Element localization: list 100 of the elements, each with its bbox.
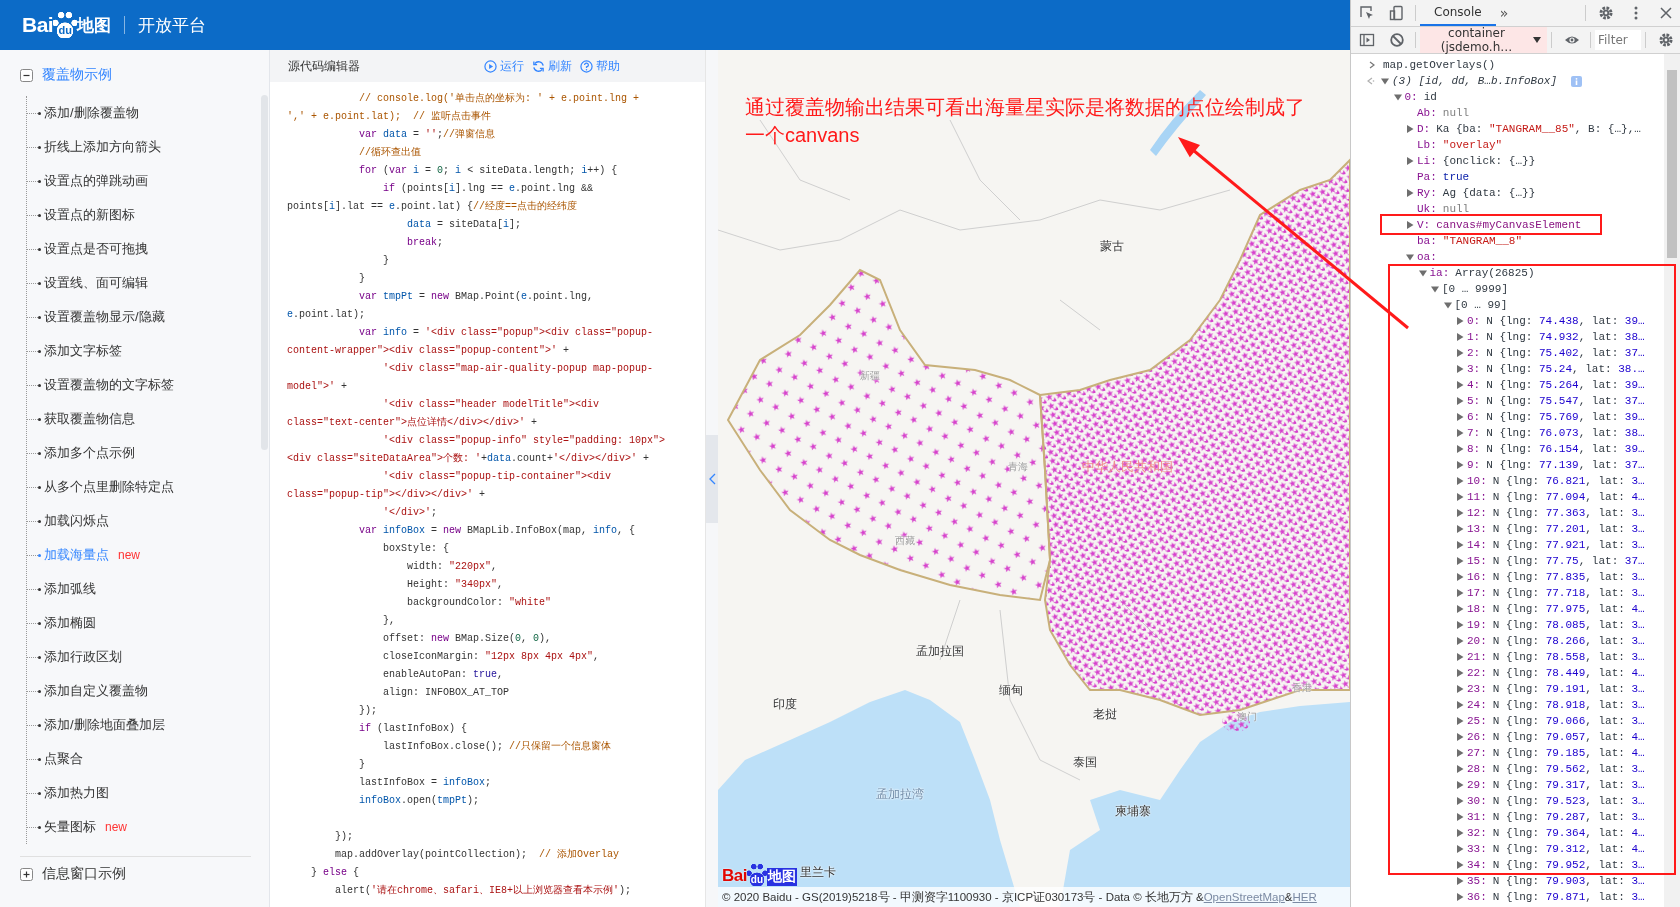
sidebar-item[interactable]: 添加自定义覆盖物	[38, 682, 148, 700]
map-place-label: 孟加拉国	[916, 642, 964, 660]
sidebar-item[interactable]: 添加弧线	[38, 580, 96, 598]
map-place-label: 孟加拉湾	[876, 785, 924, 803]
sidebar-item[interactable]: 设置覆盖物显示/隐藏	[38, 308, 165, 326]
console-entry: 19: N {lng: 78.085, lat: 3…	[1467, 619, 1645, 631]
sidebar-item[interactable]: 添加行政区划	[38, 648, 122, 666]
console-entry: 10: N {lng: 76.821, lat: 3…	[1467, 475, 1645, 487]
collapsed-triangle-icon[interactable]	[1406, 157, 1414, 165]
expanded-triangle-icon[interactable]	[1381, 77, 1389, 85]
sidebar-toggle-icon[interactable]	[1359, 32, 1375, 48]
close-icon[interactable]	[1658, 5, 1674, 21]
collapsed-triangle-icon[interactable]	[1456, 381, 1464, 389]
sidebar-item[interactable]: 矢量图标 new	[38, 818, 127, 836]
collapsed-triangle-icon[interactable]	[1456, 765, 1464, 773]
expanded-triangle-icon[interactable]	[1393, 93, 1402, 101]
collapsed-triangle-icon[interactable]	[1456, 557, 1464, 565]
collapsed-triangle-icon[interactable]	[1456, 653, 1464, 661]
sidebar-item[interactable]: 点聚合	[38, 750, 83, 768]
expanded-triangle-icon[interactable]	[1443, 301, 1452, 309]
code-line: content-wrapper"><div class="popup-content">' +	[287, 344, 571, 358]
collapsed-triangle-icon[interactable]	[1456, 605, 1464, 613]
collapsed-triangle-icon[interactable]	[1456, 509, 1464, 517]
sidebar-item[interactable]: 设置点是否可拖拽	[38, 240, 148, 258]
play-icon	[484, 59, 497, 73]
collapsed-triangle-icon[interactable]	[1456, 749, 1464, 757]
console-entry: 4: N {lng: 75.264, lat: 39…	[1467, 379, 1645, 391]
sidebar-item[interactable]: 获取覆盖物信息	[38, 410, 135, 428]
sidebar-item[interactable]: 设置点的弹跳动画	[38, 172, 148, 190]
collapsed-triangle-icon[interactable]	[1456, 829, 1464, 837]
collapsed-triangle-icon[interactable]	[1456, 701, 1464, 709]
sidebar-item[interactable]: 添加/删除覆盖物	[38, 104, 139, 122]
console-entry: (3) [id, dd, B…b.InfoBox]	[1392, 75, 1559, 87]
scrollbar-thumb[interactable]	[1667, 70, 1677, 258]
console-entry: 2: N {lng: 75.402, lat: 37…	[1467, 347, 1645, 359]
sidebar-item[interactable]: 加载闪烁点	[38, 512, 109, 530]
collapsed-triangle-icon[interactable]	[1406, 125, 1414, 133]
collapsed-triangle-icon[interactable]	[1406, 221, 1414, 229]
map-place-label: 青海	[1008, 460, 1028, 474]
code-line: },	[382, 614, 397, 628]
collapsed-triangle-icon[interactable]	[1456, 525, 1464, 533]
collapsed-triangle-icon[interactable]	[1456, 717, 1464, 725]
sidebar-item[interactable]: 加载海量点 new	[38, 546, 140, 564]
collapsed-triangle-icon[interactable]	[1456, 349, 1464, 357]
expand-icon[interactable]	[20, 867, 33, 881]
bullet-icon	[38, 723, 41, 727]
dropdown-caret-icon	[1533, 37, 1541, 43]
context-select[interactable]: container (jsdemo.h…	[1420, 27, 1547, 53]
collapsed-triangle-icon[interactable]	[1456, 797, 1464, 805]
console-entry: V: canvas#myCanvasElement	[1417, 219, 1582, 231]
clear-console-icon[interactable]	[1389, 32, 1405, 48]
inspect-icon[interactable]	[1359, 5, 1375, 21]
collapsed-triangle-icon[interactable]	[1456, 669, 1464, 677]
collapse-icon[interactable]	[20, 68, 33, 82]
collapsed-triangle-icon[interactable]	[1456, 589, 1464, 597]
more-tabs-button[interactable]: »	[1499, 5, 1509, 21]
collapsed-triangle-icon[interactable]	[1456, 317, 1464, 325]
sidebar-item[interactable]: 添加多个点示例	[38, 444, 135, 462]
collapsed-triangle-icon[interactable]	[1456, 781, 1464, 789]
settings-icon[interactable]	[1598, 5, 1614, 21]
collapsed-triangle-icon[interactable]	[1456, 813, 1464, 821]
sidebar-group-title[interactable]: 信息窗口示例	[42, 865, 126, 883]
sidebar-item[interactable]: 设置点的新图标	[38, 206, 135, 224]
collapsed-triangle-icon[interactable]	[1456, 541, 1464, 549]
expanded-triangle-icon[interactable]	[1406, 253, 1414, 261]
sidebar-item[interactable]: 添加椭圆	[38, 614, 96, 632]
collapsed-triangle-icon[interactable]	[1456, 573, 1464, 581]
sidebar-item[interactable]: 添加文字标签	[38, 342, 122, 360]
collapsed-triangle-icon[interactable]	[1456, 493, 1464, 501]
console-entry: 33: N {lng: 79.312, lat: 4…	[1467, 843, 1645, 855]
settings-icon[interactable]	[1658, 32, 1674, 48]
collapsed-triangle-icon[interactable]	[1456, 845, 1464, 853]
collapsed-triangle-icon[interactable]	[1456, 397, 1464, 405]
collapsed-triangle-icon[interactable]	[1456, 877, 1464, 885]
expanded-triangle-icon[interactable]	[1418, 269, 1427, 277]
collapsed-triangle-icon[interactable]	[1456, 477, 1464, 485]
collapsed-triangle-icon[interactable]	[1456, 621, 1464, 629]
sidebar-item[interactable]: 设置覆盖物的文字标签	[38, 376, 174, 394]
filter-field[interactable]: Filter	[1595, 30, 1641, 50]
sidebar-item[interactable]: 添加热力图	[38, 784, 109, 802]
collapsed-triangle-icon[interactable]	[1456, 685, 1464, 693]
collapsed-triangle-icon[interactable]	[1456, 365, 1464, 373]
collapsed-triangle-icon[interactable]	[1456, 893, 1464, 901]
collapsed-triangle-icon[interactable]	[1456, 413, 1464, 421]
sidebar-item[interactable]: 从多个点里删除特定点	[38, 478, 174, 496]
collapsed-triangle-icon[interactable]	[1406, 189, 1414, 197]
collapsed-triangle-icon[interactable]	[1456, 637, 1464, 645]
expanded-triangle-icon[interactable]	[1431, 285, 1439, 293]
collapsed-triangle-icon[interactable]	[1456, 861, 1464, 869]
device-icon[interactable]	[1389, 5, 1405, 21]
sidebar-item[interactable]: 折线上添加方向箭头	[38, 138, 161, 156]
collapsed-triangle-icon[interactable]	[1456, 733, 1464, 741]
collapsed-triangle-icon[interactable]	[1456, 461, 1464, 469]
code-line: boxStyle: {	[382, 542, 451, 556]
collapsed-triangle-icon[interactable]	[1456, 429, 1464, 437]
sidebar-item[interactable]: 添加/删除地面叠加层	[38, 716, 165, 734]
sidebar-item[interactable]: 设置线、面可编辑	[38, 274, 148, 292]
collapsed-triangle-icon[interactable]	[1456, 445, 1464, 453]
sidebar-group-title[interactable]: 覆盖物示例	[42, 66, 112, 84]
collapsed-triangle-icon[interactable]	[1456, 333, 1464, 341]
